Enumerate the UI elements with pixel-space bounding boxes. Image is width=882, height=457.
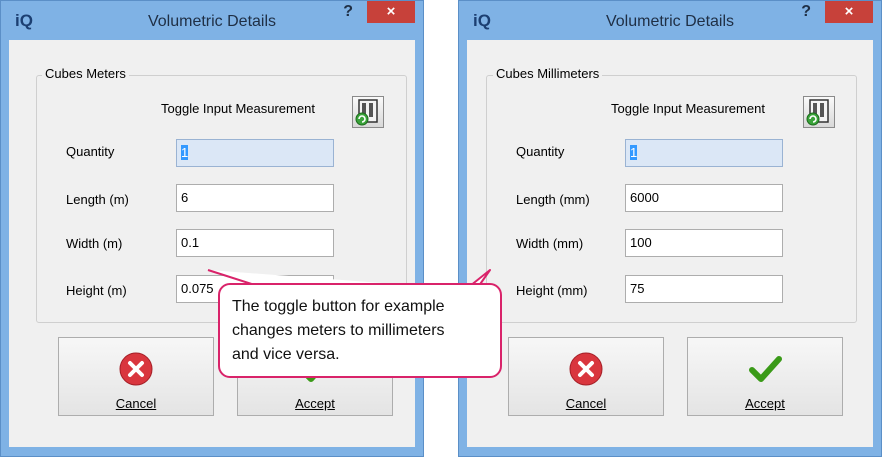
callout-line: changes meters to millimeters (232, 322, 445, 339)
callout-line: and vice versa. (232, 346, 340, 363)
callout-pointer (207, 269, 491, 291)
callout-line: The toggle button for example (232, 298, 445, 315)
callout-annotation: The toggle button for example changes me… (218, 283, 502, 378)
